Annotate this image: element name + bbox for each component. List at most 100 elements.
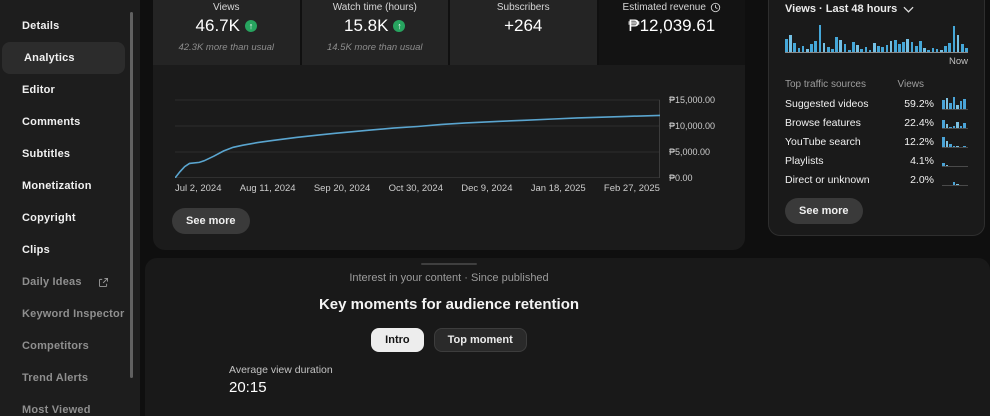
realtime-bar <box>894 40 897 52</box>
x-axis-labels: Jul 2, 2024Aug 11, 2024Sep 20, 2024Oct 3… <box>175 183 660 194</box>
retention-card: Interest in your content · Since publish… <box>145 258 990 416</box>
y-tick-label: ₱0.00 <box>669 173 693 183</box>
metric-label: Views <box>213 2 240 13</box>
avg-view-duration-value: 20:15 <box>229 379 267 396</box>
see-more-button[interactable]: See more <box>172 208 250 234</box>
sparkline-bar <box>963 146 966 147</box>
sidebar-item-label: Trend Alerts <box>22 372 88 384</box>
metric-label: Watch time (hours) <box>333 2 417 13</box>
sidebar-item-details[interactable]: Details <box>0 10 125 42</box>
metric-tab-estimated-revenue[interactable]: Estimated revenue₱12,039.61 <box>599 0 746 65</box>
realtime-bar <box>835 37 838 52</box>
realtime-bar <box>831 49 834 52</box>
sparkline-bar <box>963 99 966 109</box>
sidebar-item-label: Copyright <box>22 212 76 224</box>
sparkline-bar <box>949 127 952 128</box>
sidebar-item-editor[interactable]: Editor <box>0 74 125 106</box>
sparkline-bar <box>953 97 956 109</box>
external-link-icon <box>98 277 109 288</box>
sparkline-bar <box>953 182 956 185</box>
realtime-bar <box>869 50 872 52</box>
key-moment-chip-top-moment[interactable]: Top moment <box>434 328 527 352</box>
metric-tab-subscribers[interactable]: Subscribers+264 <box>450 0 599 65</box>
traffic-source-row-suggested-videos[interactable]: Suggested videos59.2% <box>785 94 968 113</box>
key-moment-chips: Intro Top moment <box>153 328 745 352</box>
sidebar-item-keyword-inspector[interactable]: Keyword Inspector <box>0 298 125 330</box>
sparkline-bar <box>946 124 949 128</box>
sidebar-item-copyright[interactable]: Copyright <box>0 202 125 234</box>
traffic-source-row-playlists[interactable]: Playlists4.1% <box>785 151 968 170</box>
traffic-sources-header: Top traffic sources Views <box>785 79 968 90</box>
realtime-bar <box>785 39 788 52</box>
sidebar-item-label: Subtitles <box>22 148 70 160</box>
sparkline-bar <box>953 146 956 147</box>
traffic-source-percentage: 12.2% <box>896 136 934 148</box>
realtime-bar <box>852 42 855 52</box>
sidebar-item-subtitles[interactable]: Subtitles <box>0 138 125 170</box>
sidebar-item-label: Editor <box>22 84 55 96</box>
realtime-bar <box>823 43 826 52</box>
chevron-down-icon <box>903 6 914 13</box>
sparkline-bar <box>946 165 949 166</box>
x-tick-label: Jan 18, 2025 <box>531 183 586 194</box>
sparkline-bar <box>949 144 952 147</box>
x-tick-label: Dec 9, 2024 <box>461 183 512 194</box>
sparkline-bar <box>942 100 945 109</box>
x-tick-label: Oct 30, 2024 <box>389 183 443 194</box>
realtime-bar <box>877 46 880 52</box>
metric-value: +264 <box>504 16 542 36</box>
traffic-source-row-youtube-search[interactable]: YouTube search12.2% <box>785 132 968 151</box>
realtime-bar <box>936 49 939 52</box>
sparkline-bar <box>960 101 963 109</box>
youtube-studio-analytics: Details Analytics Editor Comments Subtitles M… <box>0 0 990 416</box>
sidebar-item-competitors[interactable]: Competitors <box>0 330 125 362</box>
retention-inner: Interest in your content · Since publish… <box>153 258 745 416</box>
sparkline-bar <box>960 126 963 128</box>
metric-tab-views[interactable]: Views46.7K↑42.3K more than usual <box>153 0 302 65</box>
metric-tab-watch-time-hours[interactable]: Watch time (hours)15.8K↑14.5K more than … <box>302 0 451 65</box>
traffic-source-row-direct-or-unknown[interactable]: Direct or unknown2.0% <box>785 170 968 189</box>
metric-note: 42.3K more than usual <box>153 42 300 53</box>
traffic-source-row-browse-features[interactable]: Browse features22.4% <box>785 113 968 132</box>
sidebar-item-daily-ideas[interactable]: Daily Ideas <box>0 266 125 298</box>
sidebar-scrollbar[interactable] <box>130 12 133 378</box>
sidebar-item-label: Analytics <box>24 52 75 64</box>
traffic-see-more-button[interactable]: See more <box>785 198 863 224</box>
realtime-bar <box>819 25 822 52</box>
traffic-source-sparkline <box>942 116 968 129</box>
x-tick-label: Aug 11, 2024 <box>240 183 296 194</box>
realtime-bar <box>957 35 960 52</box>
realtime-bar <box>793 43 796 52</box>
realtime-bar <box>802 46 805 52</box>
realtime-bar <box>902 42 905 52</box>
sidebar-item-clips[interactable]: Clips <box>0 234 125 266</box>
realtime-now-label: Now <box>785 56 968 67</box>
clock-icon <box>710 2 721 13</box>
sidebar-item-analytics[interactable]: Analytics <box>2 42 125 74</box>
sidebar-item-label: Details <box>22 20 59 32</box>
realtime-baseline <box>785 52 968 53</box>
traffic-sources-list: Suggested videos59.2%Browse features22.4… <box>785 94 968 189</box>
traffic-source-label: YouTube search <box>785 136 896 148</box>
realtime-bar <box>810 44 813 52</box>
realtime-bar <box>827 47 830 52</box>
realtime-bar <box>927 50 930 52</box>
realtime-bar <box>798 48 801 52</box>
sparkline-bar <box>946 98 949 109</box>
sidebar-item-most-viewed[interactable]: Most Viewed <box>0 394 125 416</box>
realtime-bar <box>948 43 951 52</box>
sidebar-item-comments[interactable]: Comments <box>0 106 125 138</box>
sparkline-bar <box>956 184 959 185</box>
sidebar-item-trend-alerts[interactable]: Trend Alerts <box>0 362 125 394</box>
key-moment-chip-intro[interactable]: Intro <box>371 328 423 352</box>
sidebar-item-label: Clips <box>22 244 50 256</box>
realtime-bar <box>919 41 922 52</box>
realtime-bar <box>911 42 914 52</box>
sidebar-item-monetization[interactable]: Monetization <box>0 170 125 202</box>
realtime-metric-selector[interactable]: Views · Last 48 hours <box>785 3 968 15</box>
sparkline-bar <box>956 146 959 147</box>
sparkline-bar <box>956 122 959 128</box>
metric-value: ₱12,039.61 <box>628 16 715 36</box>
realtime-bar <box>961 44 964 52</box>
traffic-source-sparkline <box>942 97 968 110</box>
